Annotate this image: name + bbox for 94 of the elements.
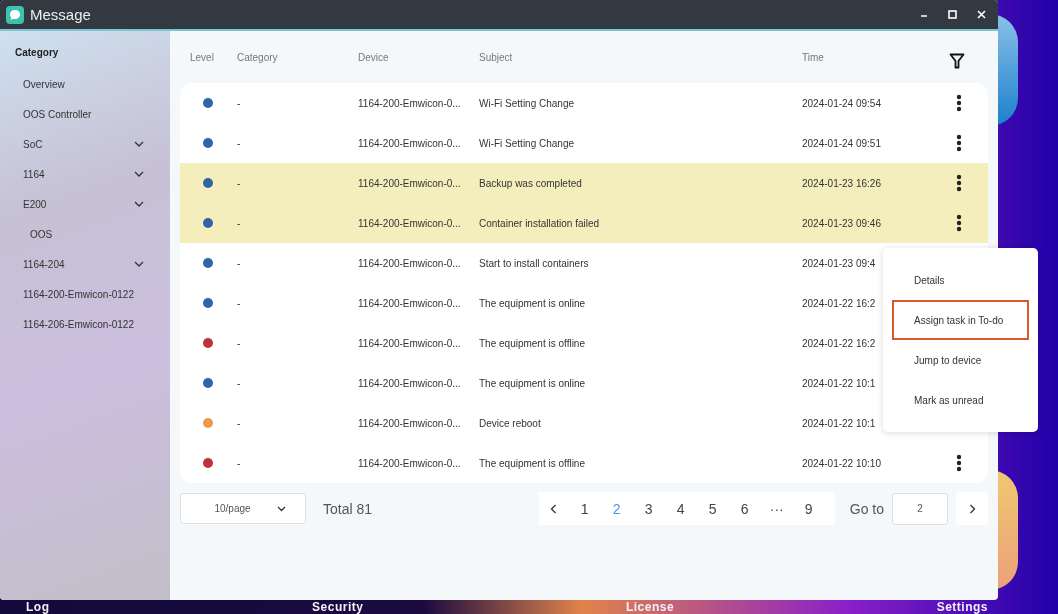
page-size-select[interactable]: 10/page [180,493,306,524]
column-header: Subject [479,51,514,63]
table-cell-text: Container installation failed [479,217,601,229]
page-number[interactable]: 6 [728,500,761,517]
chat-bubble-icon [6,5,24,24]
dock-label[interactable]: Settings [936,600,988,614]
column-header: Category [237,51,279,63]
table-cell-text: 1164-200-Emwicon-0... [358,417,462,429]
table-cell-text: 1164-200-Emwicon-0... [358,297,462,309]
table-cell-text: - [237,377,242,389]
table-cell-text: 1164-200-Emwicon-0... [358,217,462,229]
table-cell-text: - [237,217,242,229]
table-cell-text: The equipment is online [479,297,587,309]
table-cell-text: 2024-01-22 16:2 [802,297,877,309]
table-cell-text: The equipment is offline [479,337,586,349]
table-cell-text: 1164-200-Emwicon-0... [358,337,462,349]
table-cell-text: 1164-200-Emwicon-0... [358,137,462,149]
more-icon[interactable] [956,94,962,112]
page-number[interactable]: 4 [664,500,697,517]
table-row[interactable]: - 1164-200-Emwicon-0... Wi-Fi Setting Change 2024-01-24 09:51 [180,123,988,163]
sidebar-item[interactable]: 1164-200-Emwicon-0122 [0,279,170,309]
chevron-right-icon [968,503,976,514]
table-cell-text: - [237,177,242,189]
page-number[interactable]: 5 [696,500,729,517]
table-cell-text: 2024-01-24 09:54 [802,97,882,109]
table-cell-text: 2024-01-23 09:4 [802,257,877,269]
table-cell-text: Wi-Fi Setting Change [479,97,576,109]
dock-label[interactable]: Log [26,600,50,614]
chevron-down-icon [276,505,286,512]
table-cell-text: - [237,297,242,309]
more-icon[interactable] [956,454,962,472]
chevron-down-icon [134,171,144,177]
chevron-down-icon [134,141,144,147]
table-cell-text: Start to install containers [479,257,590,269]
table-cell-text: - [237,137,242,149]
more-icon[interactable] [956,174,962,192]
maximize-icon[interactable] [948,10,957,19]
table-cell-text: 1164-200-Emwicon-0... [358,257,462,269]
page-number[interactable]: 1 [568,500,601,517]
table-cell-text: 1164-200-Emwicon-0... [358,177,462,189]
chevron-down-icon [134,261,144,267]
page-number[interactable]: 9 [792,500,825,517]
sidebar-item[interactable]: OOS Controller [0,99,170,129]
table-cell-text: 2024-01-22 16:2 [802,337,877,349]
table-cell-text: The equipment is offline [479,457,586,469]
table-cell-text: 1164-200-Emwicon-0... [358,457,462,469]
sidebar-item[interactable]: 1164-204 [0,249,170,279]
menu-item[interactable]: Assign task in To-do [892,300,1029,340]
column-header: Time [802,51,825,63]
sidebar-item[interactable]: 1164 [0,159,170,189]
table-cell-text: - [237,457,242,469]
sidebar-item[interactable]: OOS [0,219,170,249]
window-title: Message [30,6,91,23]
sidebar-item[interactable]: Overview [0,69,170,99]
table-cell-text: 1164-200-Emwicon-0... [358,97,462,109]
table-cell-text: - [237,417,242,429]
menu-item[interactable]: Jump to device [892,340,1029,380]
chevron-left-icon[interactable] [549,503,557,514]
table-cell-text: 2024-01-23 16:26 [802,177,882,189]
column-header: Level [189,51,215,63]
goto-label: Go to [849,500,884,517]
menu-item[interactable]: Details [892,260,1029,300]
table-cell-text: - [237,337,242,349]
more-icon[interactable] [956,214,962,232]
sidebar-heading: Category [14,47,60,60]
total-count: Total 81 [323,500,373,517]
table-row[interactable]: - 1164-200-Emwicon-0... The equipment is offline 2024-01-22 10:10 [180,443,988,483]
table-cell-text: 2024-01-22 10:1 [802,377,877,389]
sidebar-item[interactable]: SoC [0,129,170,159]
table-row[interactable]: - 1164-200-Emwicon-0... Wi-Fi Setting Change 2024-01-24 09:54 [180,83,988,123]
page-number[interactable]: 3 [632,500,665,517]
goto-field[interactable]: 2 [892,492,948,525]
table-cell-text: 2024-01-22 10:1 [802,417,877,429]
table-cell-text: 2024-01-22 10:10 [802,457,882,469]
table-row[interactable]: - 1164-200-Emwicon-0... Backup was completed 2024-01-23 16:26 [180,163,988,203]
table-cell-text: Device reboot [479,417,542,429]
page-number[interactable]: ··· [760,500,793,517]
dock-label[interactable]: Security [312,600,364,614]
chevron-down-icon [134,201,144,207]
table-cell-text: Backup was completed [479,177,583,189]
table-cell-text: 1164-200-Emwicon-0... [358,377,462,389]
table-cell-text: - [237,97,242,109]
column-header: Device [358,51,390,63]
sidebar-item[interactable]: E200 [0,189,170,219]
table-cell-text: - [237,257,242,269]
more-icon[interactable] [956,134,962,152]
table-cell-text: Wi-Fi Setting Change [479,137,576,149]
filter-icon[interactable] [949,53,965,69]
table-cell-text: 2024-01-24 09:51 [802,137,882,149]
table-cell-text: The equipment is online [479,377,587,389]
table-cell-text: 2024-01-23 09:46 [802,217,882,229]
sidebar-item[interactable]: 1164-206-Emwicon-0122 [0,309,170,339]
table-row[interactable]: - 1164-200-Emwicon-0... Container installation failed 2024-01-23 09:46 [180,203,988,243]
close-icon[interactable] [977,10,986,19]
